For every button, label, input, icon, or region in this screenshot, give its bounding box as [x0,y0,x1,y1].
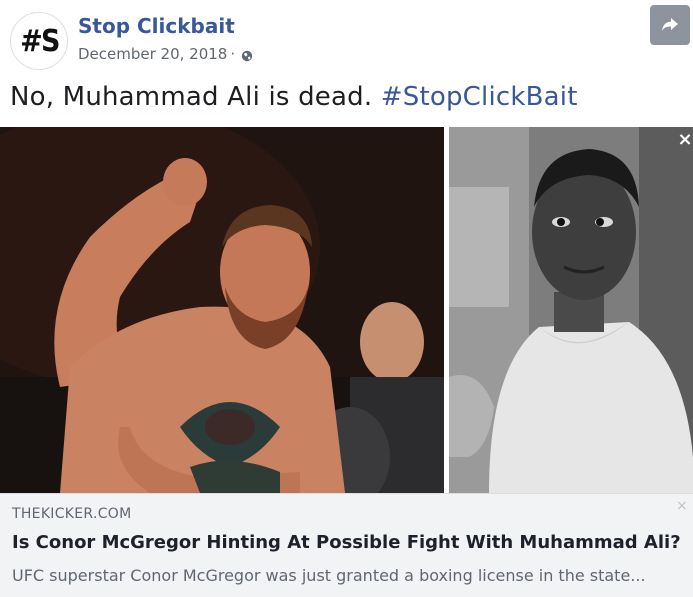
post-message-text: No, Muhammad Ali is dead. [10,82,381,112]
post-date[interactable]: December 20, 2018 [78,45,227,63]
post-message: No, Muhammad Ali is dead. #StopClickBait [10,82,578,112]
media-close-icon[interactable]: × [676,131,693,149]
link-domain: THEKICKER.COM [12,506,132,522]
meta-separator: · [230,45,236,63]
share-arrow-icon [662,18,678,31]
link-preview[interactable]: THEKICKER.COM Is Conor McGregor Hinting … [0,493,693,597]
share-button[interactable] [650,5,690,45]
hashtag-link[interactable]: #StopClickBait [381,82,578,112]
globe-icon[interactable] [241,48,253,62]
link-close-icon[interactable]: × [676,498,688,514]
post-media[interactable]: × [0,127,693,493]
link-title[interactable]: Is Conor McGregor Hinting At Possible Fi… [12,532,681,553]
muhammad-ali-photo [449,127,693,493]
post-meta: December 20, 2018 · [78,45,253,63]
link-description: UFC superstar Conor McGregor was just gr… [12,566,646,585]
conor-mcgregor-photo [0,127,444,493]
avatar-logo-text: #S [19,23,60,59]
page-avatar[interactable]: #S [10,12,68,70]
post-header: #S Stop Clickbait December 20, 2018 · [0,0,693,78]
page-name-link[interactable]: Stop Clickbait [78,14,235,38]
